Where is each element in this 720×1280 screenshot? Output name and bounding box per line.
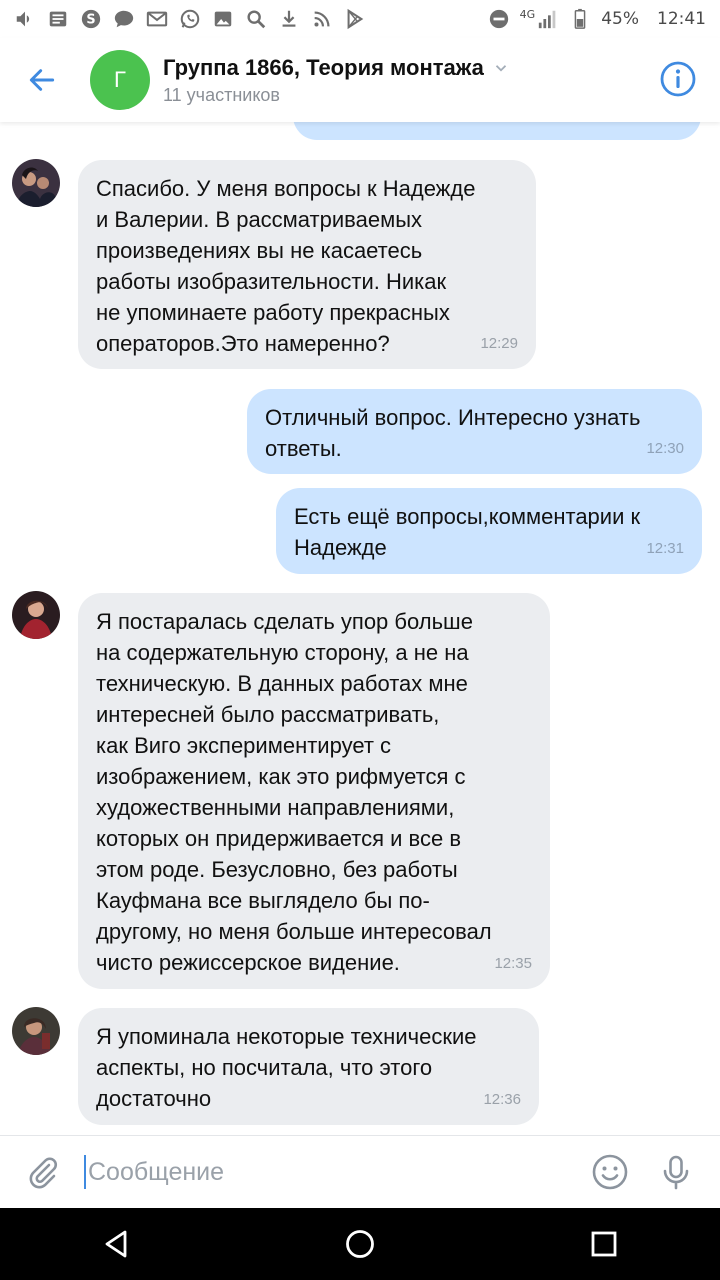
- nav-recents-icon[interactable]: [586, 1226, 622, 1262]
- message-time: 12:24: [645, 122, 683, 133]
- message-text: Есть ещё вопросы,комментарии к Надежде: [294, 504, 641, 560]
- back-button[interactable]: [20, 58, 64, 102]
- text-cursor: [84, 1155, 86, 1189]
- download-icon: [282, 10, 296, 27]
- message-text: Я упоминала некоторые технические аспект…: [96, 1024, 477, 1111]
- message-time: 12:30: [646, 440, 684, 457]
- message-time: 12:29: [480, 335, 518, 352]
- whatsapp-icon: [180, 9, 200, 29]
- message-time: 12:36: [483, 1091, 521, 1108]
- network-type: 4G: [519, 7, 536, 21]
- rss-icon: [314, 11, 330, 27]
- emoji-icon[interactable]: [590, 1152, 630, 1192]
- gallery-icon: [214, 11, 232, 27]
- members-count: 11 участников: [163, 84, 280, 105]
- message-text: Спасибо. У меня вопросы к Надежде и Вале…: [96, 176, 476, 356]
- message-bubble-in[interactable]: Я упоминала некоторые технические аспект…: [78, 1008, 539, 1125]
- group-avatar[interactable]: Г: [90, 50, 150, 110]
- microphone-icon[interactable]: [656, 1152, 696, 1192]
- chat-title-block[interactable]: Группа 1866, Теория монтажа 11 участнико…: [163, 55, 510, 106]
- system-navigation-bar: [0, 1208, 720, 1280]
- message-bubble-in[interactable]: Спасибо. У меня вопросы к Надежде и Вале…: [78, 160, 536, 369]
- nav-back-icon[interactable]: [98, 1226, 134, 1262]
- do-not-disturb-icon: [489, 9, 508, 29]
- avatar[interactable]: [12, 591, 60, 639]
- message-composer: [0, 1135, 720, 1208]
- info-icon[interactable]: [658, 59, 698, 99]
- avatar[interactable]: [12, 1007, 60, 1055]
- message-time: 12:31: [646, 540, 684, 557]
- message-text: Я постаралась сделать упор больше на сод…: [96, 609, 492, 975]
- svg-text:S: S: [86, 13, 95, 28]
- mail-icon: [146, 11, 168, 27]
- news-icon: [49, 11, 67, 27]
- back-arrow-icon: [29, 69, 55, 91]
- message-time: 12:35: [494, 955, 532, 972]
- skype-icon: S: [81, 9, 101, 29]
- message-bubble-out[interactable]: Есть ещё вопросы,комментарии к Надежде 1…: [276, 488, 702, 574]
- message-list[interactable]: 12:24 Спасибо. У меня вопросы к Надежде …: [0, 122, 720, 1135]
- message-input[interactable]: [88, 1157, 508, 1187]
- avatar[interactable]: [12, 159, 60, 207]
- message-bubble-out[interactable]: Отличный вопрос. Интересно узнать ответы…: [247, 389, 702, 474]
- chat-title: Группа 1866, Теория монтажа: [163, 54, 484, 80]
- play-store-icon: [347, 8, 364, 30]
- chat-header: Г Группа 1866, Теория монтажа 11 участни…: [0, 38, 720, 122]
- battery-icon: [574, 8, 586, 29]
- chat-icon: [114, 10, 134, 28]
- search-icon: [247, 10, 266, 29]
- battery-percent: 45%: [601, 9, 639, 29]
- chevron-down-icon: [495, 64, 506, 72]
- signal-icon: [539, 10, 556, 29]
- message-bubble-out[interactable]: 12:24: [293, 122, 701, 140]
- message-text: Отличный вопрос. Интересно узнать ответы…: [265, 405, 641, 461]
- nav-home-icon[interactable]: [342, 1226, 378, 1262]
- volume-icon: [16, 11, 30, 27]
- status-bar: S 4G 45% 12:41: [0, 0, 720, 38]
- clock: 12:41: [657, 9, 706, 29]
- attach-icon[interactable]: [22, 1152, 62, 1192]
- message-bubble-in[interactable]: Я постаралась сделать упор больше на сод…: [78, 593, 550, 989]
